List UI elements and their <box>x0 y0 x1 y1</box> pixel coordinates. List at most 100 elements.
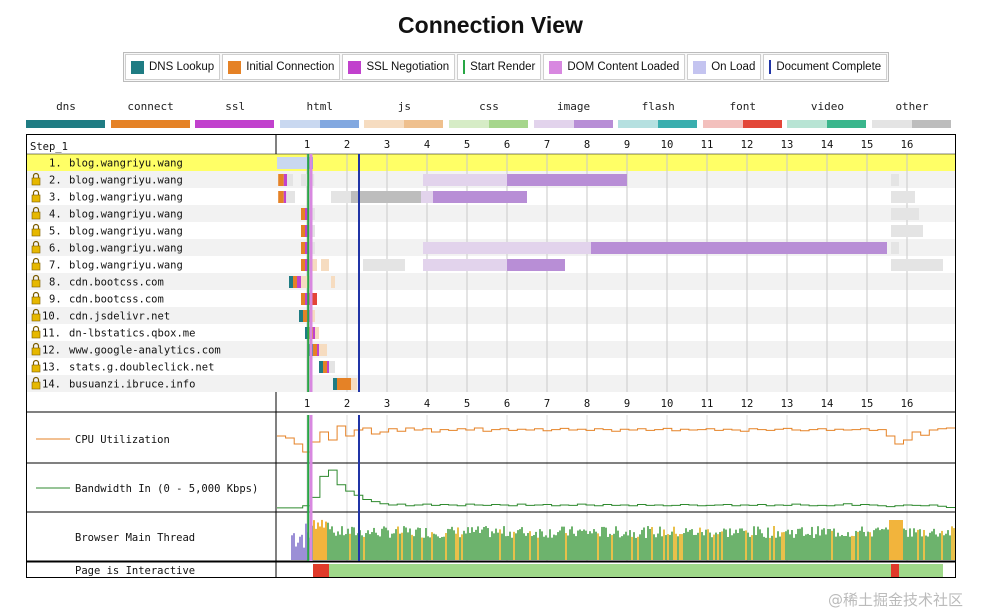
legend-label: DOM Content Loaded <box>567 61 680 73</box>
main-thread-bar <box>865 536 867 560</box>
main-thread-bar <box>863 531 865 560</box>
interactive-ok-span <box>899 564 943 577</box>
main-thread-bar <box>893 520 895 560</box>
main-thread-bar <box>429 537 431 560</box>
main-thread-bar <box>349 533 351 560</box>
main-thread-bar <box>575 536 577 560</box>
main-thread-bar <box>653 534 655 560</box>
x-tick-label: 2 <box>344 398 350 410</box>
main-thread-bar <box>591 533 593 560</box>
legend-item: SSL Negotiation <box>342 54 456 80</box>
request-bar-segment <box>301 242 305 254</box>
main-thread-bar <box>433 533 435 560</box>
main-thread-bar <box>797 528 799 560</box>
request-number: 13. <box>42 362 61 374</box>
request-bar-segment <box>351 191 421 203</box>
main-thread-bar <box>483 527 485 560</box>
content-type-swatch <box>449 120 489 128</box>
main-thread-bar <box>585 530 587 560</box>
main-thread-bar <box>465 533 467 560</box>
x-tick-label: 6 <box>504 398 510 410</box>
main-thread-bar <box>693 534 695 560</box>
page-title: Connection View <box>398 12 583 38</box>
content-type-label: video <box>810 100 844 113</box>
main-thread-bar <box>553 534 555 560</box>
main-thread-bar <box>605 527 607 560</box>
dom-content-loaded-marker <box>309 154 313 392</box>
main-thread-bar <box>777 531 779 560</box>
main-thread-bar <box>503 526 505 560</box>
main-thread-bar <box>843 536 845 560</box>
main-thread-bar <box>907 536 909 560</box>
request-host: blog.wangriyu.wang <box>69 192 183 204</box>
main-thread-bar <box>615 526 617 560</box>
x-tick-label: 8 <box>584 398 590 410</box>
main-thread-bar <box>733 533 735 560</box>
main-thread-bar <box>951 526 953 560</box>
x-tick-label: 4 <box>424 398 430 410</box>
main-thread-bar <box>327 522 329 560</box>
content-type-swatch <box>150 120 190 128</box>
main-thread-bar <box>529 531 531 560</box>
cpu-label: CPU Utilization <box>75 434 170 446</box>
main-thread-bar <box>933 528 935 560</box>
request-host: blog.wangriyu.wang <box>69 243 183 255</box>
main-thread-bar <box>485 526 487 560</box>
request-bar-segment <box>329 361 335 373</box>
main-thread-bar <box>383 526 385 560</box>
main-thread-bar <box>467 527 469 560</box>
request-number: 1. <box>49 158 62 170</box>
request-bar-segment <box>289 276 293 288</box>
main-thread-bar <box>477 526 479 560</box>
main-thread-bar <box>391 533 393 560</box>
main-thread-bar <box>755 535 757 560</box>
main-thread-bar <box>431 532 433 560</box>
main-thread-bar <box>775 537 777 560</box>
main-thread-bar <box>781 532 783 560</box>
main-thread-bar <box>673 526 675 560</box>
main-thread-bar <box>795 534 797 560</box>
main-thread-bar <box>517 530 519 560</box>
main-thread-bar <box>659 526 661 560</box>
main-thread-bar <box>305 523 307 560</box>
main-thread-bar <box>563 526 565 560</box>
legend-label: Document Complete <box>776 61 882 73</box>
main-thread-bar <box>727 536 729 560</box>
content-type-swatch <box>489 120 528 128</box>
bandwidth-series-line <box>277 469 955 509</box>
request-host: blog.wangriyu.wang <box>69 260 183 272</box>
main-thread-bar <box>479 533 481 560</box>
main-thread-bar <box>799 528 801 560</box>
main-thread-bar <box>643 527 645 560</box>
main-thread-bar <box>303 547 305 560</box>
main-thread-bar <box>353 527 355 560</box>
main-thread-bar <box>899 520 901 560</box>
request-number: 6. <box>49 243 62 255</box>
request-bar-segment <box>293 276 297 288</box>
main-thread-bar <box>903 528 905 560</box>
main-thread-bar <box>329 529 331 560</box>
main-thread-bar <box>927 536 929 560</box>
main-thread-bar <box>801 527 803 560</box>
main-thread-bar <box>475 529 477 560</box>
main-thread-bar <box>417 527 419 560</box>
main-thread-bar <box>331 526 333 560</box>
main-thread-bar <box>699 527 701 560</box>
main-thread-bar <box>423 537 425 560</box>
x-tick-label: 11 <box>701 139 714 151</box>
main-thread-bar <box>559 530 561 560</box>
main-thread-bar <box>421 537 423 560</box>
content-type-swatch <box>742 120 782 128</box>
main-thread-bar <box>401 532 403 560</box>
request-bar-segment <box>423 242 591 254</box>
request-bar-segment <box>331 191 351 203</box>
main-thread-bar <box>923 529 925 560</box>
x-tick-label: 13 <box>781 398 794 410</box>
request-bar-segment <box>287 174 293 186</box>
legend-item: Initial Connection <box>222 54 341 80</box>
x-tick-label: 15 <box>861 398 874 410</box>
interactive-blocked-span <box>891 564 899 577</box>
main-thread-bar <box>457 527 459 560</box>
main-thread-bar <box>461 534 463 560</box>
main-thread-bar <box>609 533 611 560</box>
